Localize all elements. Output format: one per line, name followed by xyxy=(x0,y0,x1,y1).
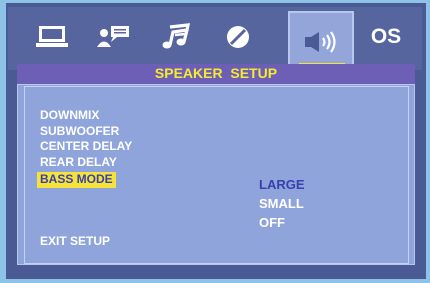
option-small[interactable]: SMALL xyxy=(259,194,305,213)
tab-disc[interactable] xyxy=(212,7,264,67)
os-label: OS xyxy=(370,25,402,48)
tab-os[interactable]: OS xyxy=(360,7,412,67)
option-off[interactable]: OFF xyxy=(259,213,305,232)
disc-icon xyxy=(225,24,251,50)
tab-bar: OS xyxy=(8,7,422,99)
audio-speaking-icon xyxy=(96,23,132,51)
bass-mode-options: LARGE SMALL OFF xyxy=(259,175,305,232)
page-title: SPEAKER SETUP xyxy=(154,65,278,81)
menu-item-downmix[interactable]: DOWNMIX xyxy=(37,108,135,124)
tab-audio[interactable] xyxy=(150,7,202,67)
menu-item-subwoofer[interactable]: SUBWOOFER xyxy=(37,124,135,140)
title-bar: SPEAKER SETUP xyxy=(17,64,415,84)
tab-audio-language[interactable] xyxy=(88,7,140,67)
speaker-icon xyxy=(303,30,339,54)
setup-menu: DOWNMIX SUBWOOFER CENTER DELAY REAR DELA… xyxy=(37,108,135,188)
menu-item-bass-mode[interactable]: BASS MODE xyxy=(37,172,116,188)
menu-item-center-delay[interactable]: CENTER DELAY xyxy=(37,139,135,155)
tab-display[interactable] xyxy=(26,7,78,67)
exit-setup-button[interactable]: EXIT SETUP xyxy=(40,234,110,248)
monitor-icon xyxy=(35,24,69,50)
music-note-icon xyxy=(161,23,191,51)
option-large[interactable]: LARGE xyxy=(259,175,305,194)
menu-item-rear-delay[interactable]: REAR DELAY xyxy=(37,155,135,171)
